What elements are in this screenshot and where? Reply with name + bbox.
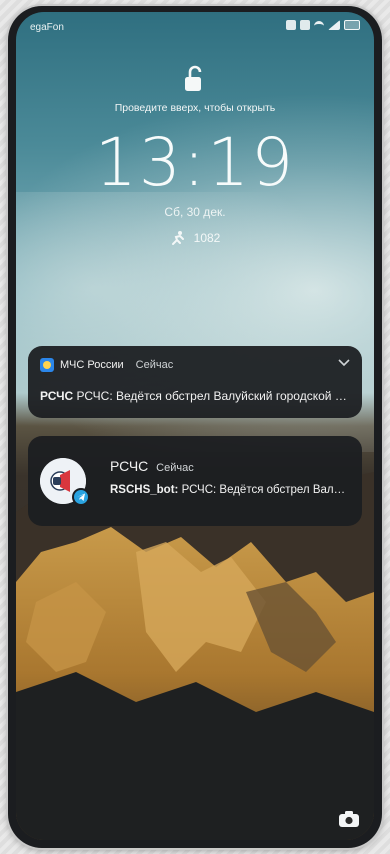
notification-body: RSCHS_bot: РСЧС: Ведётся обстрел Валуйск… [110, 484, 350, 496]
unlock-hint: Проведите вверх, чтобы открыть [114, 102, 276, 114]
battery-icon [344, 20, 360, 30]
notification-sender: РСЧС [40, 389, 74, 403]
nfc-icon [286, 20, 296, 30]
lock-screen[interactable]: egaFon Проведите вверх, чтобы открыть 13… [16, 12, 374, 840]
notification-header: МЧС России Сейчас [40, 358, 173, 372]
notification-message: РСЧС: Ведётся обстрел Валуйский городско… [76, 389, 350, 403]
lock-clock: 13:19 [94, 124, 296, 201]
chevron-down-icon[interactable] [338, 358, 350, 368]
camera-icon[interactable] [338, 810, 360, 828]
notification-app-name: МЧС России [60, 359, 124, 371]
notification-chat-title: РСЧС [110, 458, 149, 474]
step-counter: 1082 [16, 230, 374, 246]
notification-title: РСЧС Сейчас [110, 458, 194, 474]
notification-sender: RSCHS_bot: [110, 484, 179, 496]
status-bar: egaFon [16, 12, 374, 38]
notification-body: РСЧС РСЧС: Ведётся обстрел Валуйский гор… [40, 389, 350, 403]
wifi-icon [314, 20, 324, 30]
status-icons [286, 20, 360, 30]
unlock-icon[interactable] [183, 64, 207, 94]
signal-icon [328, 20, 340, 30]
step-count: 1082 [193, 231, 221, 245]
telegram-icon [72, 488, 90, 506]
silent-icon [300, 20, 310, 30]
carrier-label: egaFon [30, 22, 64, 33]
notification-card-mchs[interactable]: МЧС России Сейчас РСЧС РСЧС: Ведётся обс… [28, 346, 362, 418]
notification-time: Сейчас [135, 359, 174, 371]
notification-card-telegram[interactable]: РСЧС Сейчас RSCHS_bot: РСЧС: Ведётся обс… [28, 436, 362, 526]
phone-frame: egaFon Проведите вверх, чтобы открыть 13… [8, 6, 382, 848]
notification-message: РСЧС: Ведётся обстрел Валуйский городско… [181, 484, 350, 496]
lock-date: Сб, 30 дек. [164, 205, 226, 219]
running-icon [171, 231, 184, 245]
mchs-app-icon [40, 358, 54, 372]
notification-time: Сейчас [156, 462, 194, 474]
